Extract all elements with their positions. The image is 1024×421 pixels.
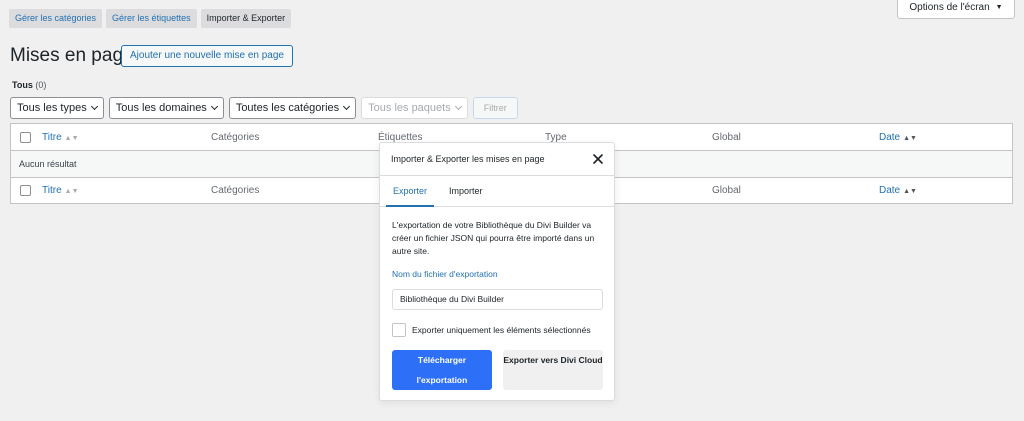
modal-header: Importer & Exporter les mises en page [380,143,614,176]
column-categories: Catégories [211,132,260,143]
view-all-link[interactable]: Tous [12,80,33,90]
modal-tabs: Exporter Importer [380,176,614,207]
subnav: Gérer les catégories Gérer les étiquette… [9,9,292,28]
no-results-text: Aucun résultat [19,159,77,169]
sort-icon: ▲▼ [64,135,79,142]
column-global-footer: Global [712,185,741,196]
select-all-checkbox[interactable] [20,132,31,143]
import-export-modal: Importer & Exporter les mises en page Ex… [379,142,615,401]
column-title-label: Titre [42,185,62,196]
filter-button[interactable]: Filtrer [472,97,518,119]
chevron-down-icon [454,102,462,111]
filter-categories-value: Toutes les catégories [235,102,340,114]
sort-icon: ▲▼ [903,188,917,195]
chevron-down-icon [90,102,98,111]
export-description: L'exportation de votre Bibliothèque du D… [392,220,595,256]
subnav-tags[interactable]: Gérer les étiquettes [106,9,197,28]
subnav-categories[interactable]: Gérer les catégories [9,9,103,28]
tab-import[interactable]: Importer [449,176,483,207]
chevron-down-icon [210,102,218,111]
filter-types-select[interactable]: Tous les types [10,97,104,119]
sort-icon: ▲▼ [64,188,79,195]
column-title[interactable]: Titre ▲▼ [42,124,79,151]
column-date[interactable]: Date ▲▼ [879,124,917,151]
modal-title: Importer & Exporter les mises en page [391,154,545,164]
download-export-button[interactable]: Télécharger l'exportation [392,350,492,390]
column-date-label: Date [879,185,901,196]
view-all-count: (0) [35,80,47,90]
sort-icon: ▲▼ [903,135,917,142]
column-date-label: Date [879,132,901,143]
filter-packs-select[interactable]: Tous les paquets [361,97,468,119]
filter-categories-select[interactable]: Toutes les catégories [228,97,357,119]
subnav-import-export[interactable]: Importer & Exporter [200,9,292,28]
filename-label: Nom du fichier d'exportation [392,269,498,279]
add-new-layout-button[interactable]: Ajouter une nouvelle mise en page [121,45,293,67]
column-global: Global [712,132,741,143]
export-divi-cloud-button[interactable]: Exporter vers Divi Cloud [503,350,603,390]
filter-domains-value: Tous les domaines [115,102,207,114]
chevron-down-icon [343,102,351,111]
tab-export[interactable]: Exporter [386,176,435,207]
column-title-label: Titre [42,132,62,143]
column-categories-footer: Catégories [211,185,260,196]
caret-down-icon: ▼ [995,4,1003,11]
filter-domains-select[interactable]: Tous les domaines [108,97,224,119]
filters-bar: Tous les types Tous les domaines Toutes … [10,97,518,119]
modal-body: L'exportation de votre Bibliothèque du D… [392,219,606,390]
column-date-footer[interactable]: Date ▲▼ [879,177,917,204]
screen-options-label: Options de l'écran [909,2,990,13]
column-title-footer[interactable]: Titre ▲▼ [42,177,79,204]
screen-options-button[interactable]: Options de l'écran ▼ [897,0,1015,19]
selected-only-checkbox[interactable] [392,323,406,337]
filename-input[interactable]: Bibliothèque du Divi Builder [392,289,603,310]
close-icon[interactable] [592,152,604,164]
select-all-checkbox-footer[interactable] [20,185,31,196]
selected-only-label: Exporter uniquement les éléments sélecti… [412,325,591,335]
filter-packs-value: Tous les paquets [368,102,451,114]
views-filter: Tous (0) [12,80,46,90]
page-title: Mises en page [10,45,134,66]
filter-types-value: Tous les types [17,102,87,114]
